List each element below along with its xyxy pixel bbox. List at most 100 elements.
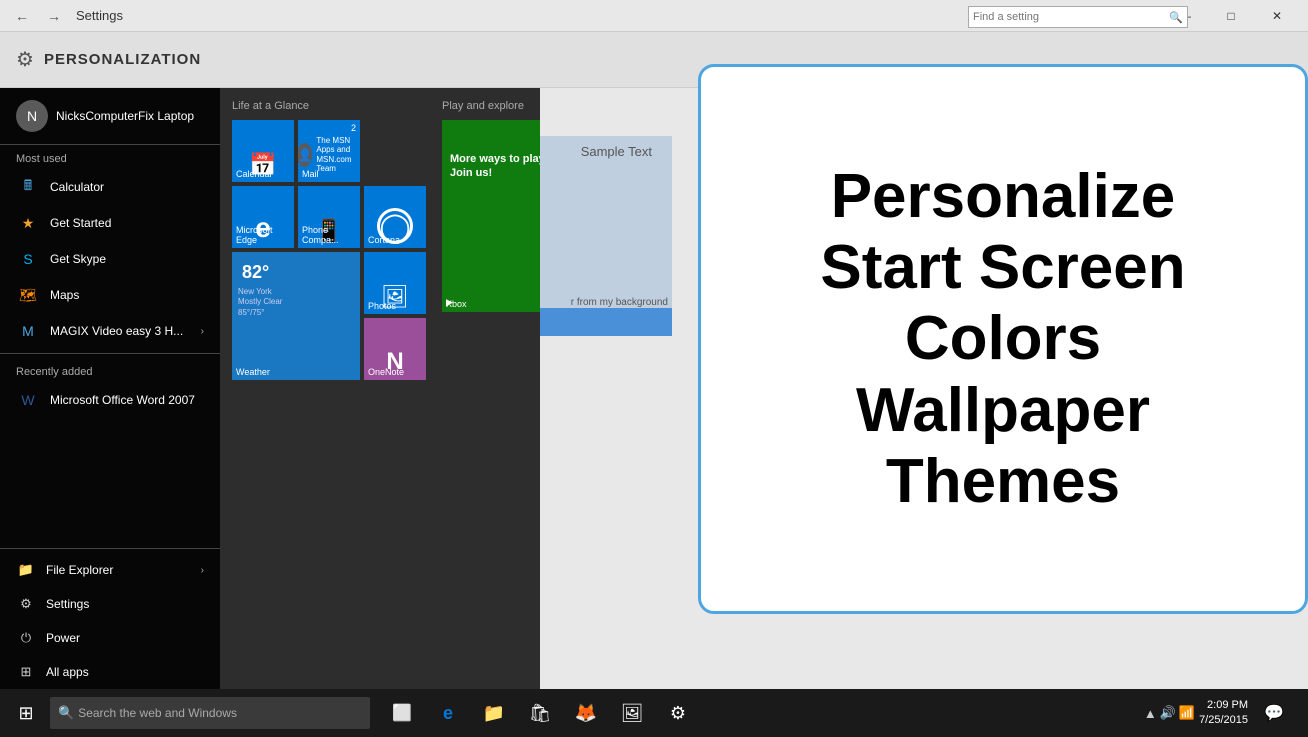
most-used-label: Most used <box>0 145 220 169</box>
annotation-text: PersonalizeStart ScreenColorsWallpaperTh… <box>820 161 1185 517</box>
title-bar-left: ← → Settings <box>8 2 123 30</box>
tiles-col1-label: Life at a Glance <box>232 100 426 112</box>
taskbar-app-photos[interactable]: 🖼 <box>610 691 654 735</box>
window-title: Settings <box>76 8 123 23</box>
volume-icon: 🔊 <box>1160 705 1176 721</box>
arrow-icon: › <box>201 326 204 337</box>
close-button[interactable]: ✕ <box>1254 0 1300 32</box>
back-button[interactable]: ← <box>8 2 36 30</box>
tiles-row-2: e Microsoft Edge 📱 Phone Compa... ◯ Cort… <box>232 186 426 248</box>
start-item-label: Calculator <box>50 180 204 194</box>
tile-xbox[interactable]: X More ways to play. Join us! ▶ Xbox <box>442 120 540 312</box>
settings-search-box[interactable]: 🔍 <box>968 6 1188 28</box>
notification-center-button[interactable]: 💬 <box>1252 691 1296 735</box>
start-user: N NicksComputerFix Laptop <box>0 88 220 145</box>
start-item-skype[interactable]: S Get Skype <box>0 241 220 277</box>
start-item-getstarted[interactable]: ★ Get Started <box>0 205 220 241</box>
start-bottom-label: Settings <box>46 597 89 611</box>
tile-photos[interactable]: 🖼 Photos <box>364 252 426 314</box>
skype-icon: S <box>16 247 40 271</box>
tile-label: Weather <box>236 367 270 377</box>
start-item-maps[interactable]: 🗺 Maps <box>0 277 220 313</box>
taskbar-app-store[interactable]: 🛍 <box>518 691 562 735</box>
file-explorer-icon: 📁 <box>16 560 36 580</box>
taskbar-search-input[interactable] <box>78 706 362 720</box>
tile-label: Phone Compa... <box>302 225 360 245</box>
start-item-magix[interactable]: M MAGIX Video easy 3 H... › <box>0 313 220 349</box>
start-menu-left: N NicksComputerFix Laptop Most used 🖩 Ca… <box>0 88 220 689</box>
start-file-explorer[interactable]: 📁 File Explorer › <box>0 553 220 587</box>
tiles-col1: Life at a Glance 📅 Calendar 👤 The MSN Ap… <box>232 100 426 384</box>
maximize-button[interactable]: □ <box>1208 0 1254 32</box>
tiles-row-4: X More ways to play. Join us! ▶ Xbox 🎵 G… <box>442 120 540 316</box>
tiles-row-3: 82° New YorkMostly Clear85°/75° Weather … <box>232 252 426 380</box>
annotation-box: PersonalizeStart ScreenColorsWallpaperTh… <box>698 64 1308 614</box>
tile-label: Photos <box>368 301 396 311</box>
divider <box>0 548 220 549</box>
all-apps-icon: ⊞ <box>16 662 36 682</box>
windows-logo-icon: ⊞ <box>18 703 33 724</box>
start-item-label: Maps <box>50 288 204 302</box>
tile-cortana[interactable]: ◯ Cortana <box>364 186 426 248</box>
mail-text: The MSN Apps and MSN.com Team <box>316 136 360 174</box>
start-item-calculator[interactable]: 🖩 Calculator <box>0 169 220 205</box>
getstarted-icon: ★ <box>16 211 40 235</box>
taskbar: ⊞ 🔍 ⬜ e 📁 🛍 🦊 🖼 ⚙ ▲ 🔊 📶 2:09 PM 7/25/201… <box>0 689 1308 737</box>
xbox-text: More ways to play. Join us! <box>450 152 540 181</box>
word-icon: W <box>16 388 40 412</box>
start-button[interactable]: ⊞ <box>4 691 48 735</box>
tiles-col2-label: Play and explore <box>442 100 540 112</box>
start-settings[interactable]: ⚙ Settings <box>0 587 220 621</box>
personalization-gear-icon: ⚙ <box>16 47 34 72</box>
clock-date: 7/25/2015 <box>1199 713 1248 728</box>
page-title: PERSONALIZATION <box>44 51 201 68</box>
search-icon: 🔍 <box>1169 11 1183 24</box>
tile-label: Mail <box>302 169 319 179</box>
taskbar-app-firefox[interactable]: 🦊 <box>564 691 608 735</box>
tile-label: Microsoft Edge <box>236 225 294 245</box>
start-bottom-label: File Explorer <box>46 563 113 577</box>
taskbar-search-icon: 🔍 <box>58 705 74 721</box>
taskbar-apps: ⬜ e 📁 🛍 🦊 🖼 ⚙ <box>372 691 1142 735</box>
start-item-label: Get Started <box>50 216 204 230</box>
arrow-icon: › <box>201 565 204 576</box>
mail-avatar: 👤 <box>298 143 312 167</box>
settings-icon: ⚙ <box>16 594 36 614</box>
sample-text: Sample Text <box>581 144 652 159</box>
tile-onenote[interactable]: N OneNote <box>364 318 426 380</box>
taskbar-right: ▲ 🔊 📶 2:09 PM 7/25/2015 💬 <box>1144 691 1304 735</box>
taskbar-app-settings[interactable]: ⚙ <box>656 691 700 735</box>
start-all-apps[interactable]: ⊞ All apps <box>0 655 220 689</box>
weather-temp: 82° <box>238 258 273 287</box>
tiles-area: Life at a Glance 📅 Calendar 👤 The MSN Ap… <box>220 88 540 689</box>
tile-label: Cortana <box>368 235 400 245</box>
network-wifi-icon: 📶 <box>1179 705 1195 721</box>
start-power[interactable]: ⏻ Power <box>0 621 220 655</box>
start-item-word[interactable]: W Microsoft Office Word 2007 <box>0 382 220 418</box>
start-item-label: Get Skype <box>50 252 204 266</box>
tile-weather[interactable]: 82° New YorkMostly Clear85°/75° Weather <box>232 252 360 380</box>
tile-mail[interactable]: 👤 The MSN Apps and MSN.com Team Mail 2 <box>298 120 360 182</box>
calculator-icon: 🖩 <box>16 175 40 199</box>
maps-icon: 🗺 <box>16 283 40 307</box>
start-bottom-label: All apps <box>46 665 89 679</box>
tiles-sub-col: 🖼 Photos N OneNote <box>364 252 426 380</box>
task-view-button[interactable]: ⬜ <box>380 691 424 735</box>
taskbar-search-box[interactable]: 🔍 <box>50 697 370 729</box>
divider <box>0 353 220 354</box>
start-item-label: MAGIX Video easy 3 H... <box>50 324 191 338</box>
tile-edge[interactable]: e Microsoft Edge <box>232 186 294 248</box>
start-bottom-label: Power <box>46 631 80 645</box>
start-menu: N NicksComputerFix Laptop Most used 🖩 Ca… <box>0 88 540 689</box>
preview-bottom-text: r from my background <box>571 297 668 308</box>
taskbar-app-explorer[interactable]: 📁 <box>472 691 516 735</box>
tile-phone[interactable]: 📱 Phone Compa... <box>298 186 360 248</box>
tile-calendar[interactable]: 📅 Calendar <box>232 120 294 182</box>
user-name: NicksComputerFix Laptop <box>56 109 194 123</box>
forward-button[interactable]: → <box>40 2 68 30</box>
tiles-col2: Play and explore X More ways to play. Jo… <box>442 100 540 384</box>
title-bar-nav: ← → <box>8 2 68 30</box>
taskbar-app-edge[interactable]: e <box>426 691 470 735</box>
settings-search-input[interactable] <box>973 11 1169 23</box>
network-icon: ▲ <box>1144 706 1157 721</box>
